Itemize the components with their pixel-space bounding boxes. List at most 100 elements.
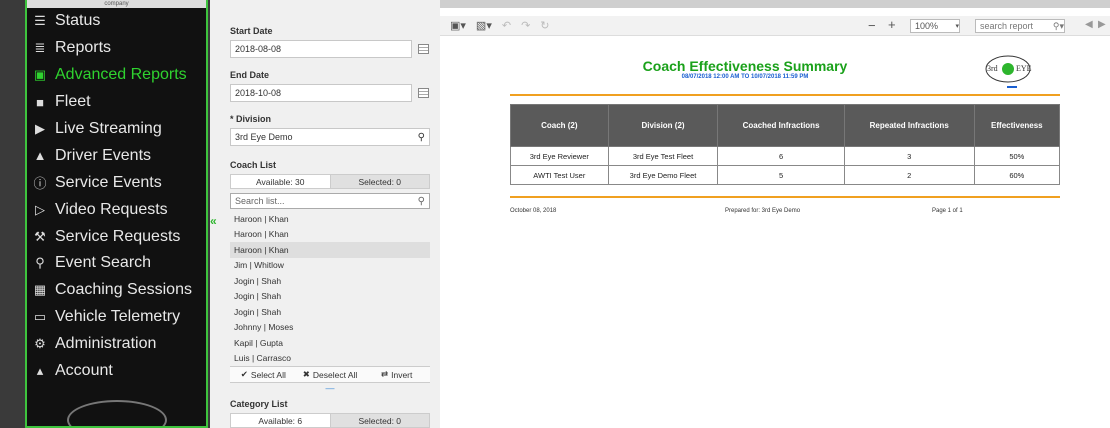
start-date-input[interactable]: 2018-08-08 bbox=[230, 40, 412, 58]
column-header: Repeated Infractions bbox=[843, 104, 975, 147]
zoom-out-icon[interactable]: − bbox=[868, 18, 876, 33]
sidebar-item-reports[interactable]: ≣ Reports bbox=[27, 35, 206, 62]
coach-search-placeholder: Search list... bbox=[235, 196, 285, 206]
coach-list-actions: ✔ Select All ✖ Deselect All ⇄ Invert bbox=[230, 366, 430, 383]
invert-button[interactable]: ⇄ Invert bbox=[363, 367, 430, 382]
tab-category-available[interactable]: Available: 6 bbox=[230, 413, 331, 428]
redo-icon[interactable]: ↷ bbox=[521, 19, 530, 32]
collapse-panel-icon[interactable]: « bbox=[210, 214, 220, 228]
next-page-icon[interactable]: ▶ bbox=[1098, 19, 1106, 30]
table-cell: 6 bbox=[717, 146, 845, 166]
list-item[interactable]: Jogin | Shah bbox=[230, 273, 430, 289]
video-camera-icon: ▶ bbox=[35, 121, 45, 136]
division-value: 3rd Eye Demo bbox=[235, 132, 293, 142]
report-title: Coach Effectiveness Summary bbox=[642, 58, 848, 74]
table-cell: AWTI Test User bbox=[510, 165, 609, 185]
sidebar-item-driver-events[interactable]: ▲ Driver Events bbox=[27, 142, 206, 169]
refresh-icon[interactable]: ↻ bbox=[540, 19, 549, 32]
invert-icon: ⇄ bbox=[380, 369, 389, 379]
monitor-icon: ▭ bbox=[33, 309, 47, 325]
invert-label: Invert bbox=[391, 369, 413, 380]
report-header-strip bbox=[440, 0, 1110, 8]
division-select[interactable]: 3rd Eye Demo ⚲ bbox=[230, 128, 430, 146]
sidebar-item-fleet[interactable]: ■ Fleet bbox=[27, 89, 206, 116]
zoom-value: 100% bbox=[915, 21, 939, 31]
list-item[interactable]: Haroon | Khan bbox=[230, 242, 430, 258]
sidebar-item-video-requests[interactable]: ▷ Video Requests bbox=[27, 196, 206, 223]
calendar-icon[interactable] bbox=[418, 44, 429, 54]
report-subtitle: 08/07/2018 12:00 AM TO 10/07/2018 11:59 … bbox=[681, 74, 809, 80]
sidebar-item-label: Service Events bbox=[55, 173, 162, 191]
gear-icon: ⚙ bbox=[34, 336, 46, 352]
footer-page: Page 1 of 1 bbox=[932, 208, 963, 214]
brand-text: company bbox=[104, 1, 129, 7]
division-label: * Division bbox=[230, 114, 272, 124]
table-body: 3rd Eye Reviewer 3rd Eye Test Fleet 6 3 50% A… bbox=[510, 146, 1061, 185]
tab-category-selected[interactable]: Selected: 0 bbox=[330, 413, 430, 428]
sidebar-item-service-requests[interactable]: ⚒ Service Requests bbox=[27, 223, 206, 250]
coach-list-label: Coach List bbox=[230, 160, 277, 170]
coach-list: Haroon | Khan Haroon | Khan Haroon | Khan J… bbox=[230, 211, 430, 366]
sidebar-item-status[interactable]: ☰ Status bbox=[27, 8, 206, 35]
resize-handle[interactable]: — bbox=[230, 383, 430, 393]
app: company ☰ Status ≣ Reports ▣ Advanced Reports… bbox=[0, 0, 1110, 428]
sidebar-item-event-search[interactable]: ⚲ Event Search bbox=[27, 250, 206, 277]
list-icon: ☰ bbox=[34, 13, 46, 29]
user-icon: ▴ bbox=[36, 363, 44, 379]
deselect-all-button[interactable]: ✖ Deselect All bbox=[297, 367, 364, 382]
list-item[interactable]: Jim | Whitlow bbox=[230, 258, 430, 274]
sidebar-item-coaching-sessions[interactable]: ▦ Coaching Sessions bbox=[27, 277, 206, 304]
table-cell: 3 bbox=[843, 146, 975, 166]
zoom-in-icon[interactable]: + bbox=[888, 17, 896, 32]
table-row: AWTI Test User 3rd Eye Demo Fleet 5 2 60% bbox=[510, 165, 1061, 185]
search-icon: ⚲ bbox=[417, 195, 425, 207]
calendar-icon[interactable] bbox=[418, 88, 429, 98]
sidebar-item-administration[interactable]: ⚙ Administration bbox=[27, 331, 206, 358]
export-icon[interactable]: ▧▾ bbox=[476, 19, 492, 32]
footer-prepared: Prepared for: 3rd Eye Demo bbox=[725, 208, 801, 214]
sidebar-item-label: Status bbox=[55, 12, 101, 30]
search-report-input[interactable]: search report ⚲▾ bbox=[975, 19, 1065, 33]
coach-list-tabs: Available: 30 Selected: 0 bbox=[230, 174, 430, 189]
sidebar-item-label: Advanced Reports bbox=[55, 66, 187, 84]
filter-panel-inner: Start Date 2018-08-08 End Date 2018-10-0… bbox=[230, 8, 430, 428]
table-cell: 5 bbox=[717, 165, 845, 185]
sidebar-item-vehicle-telemetry[interactable]: ▭ Vehicle Telemetry bbox=[27, 304, 206, 331]
sidebar-item-account[interactable]: ▴ Account bbox=[27, 358, 206, 385]
sidebar-item-live-streaming[interactable]: ▶ Live Streaming bbox=[27, 116, 206, 143]
tab-available[interactable]: Available: 30 bbox=[230, 174, 331, 189]
zoom-select[interactable]: 100% ▾ bbox=[910, 19, 960, 33]
company-logo-icon: 3rd EYE bbox=[985, 55, 1032, 88]
start-date-label: Start Date bbox=[230, 26, 273, 36]
sidebar-item-advanced-reports[interactable]: ▣ Advanced Reports bbox=[27, 62, 206, 89]
search-report-placeholder: search report bbox=[980, 21, 1034, 31]
coach-search-input[interactable]: Search list... ⚲ bbox=[230, 193, 430, 209]
save-icon[interactable]: ▣▾ bbox=[450, 19, 466, 32]
list-item[interactable]: Johnny | Moses bbox=[230, 320, 430, 336]
end-date-input[interactable]: 2018-10-08 bbox=[230, 84, 412, 102]
previous-page-icon[interactable]: ◀ bbox=[1085, 19, 1093, 30]
wrench-icon: ⚒ bbox=[34, 228, 46, 244]
table-row: 3rd Eye Reviewer 3rd Eye Test Fleet 6 3 50% bbox=[510, 146, 1061, 166]
tab-selected[interactable]: Selected: 0 bbox=[330, 174, 430, 189]
table-cell: 60% bbox=[973, 165, 1061, 185]
sidebar-item-label: Administration bbox=[55, 335, 157, 353]
svg-text:EYE: EYE bbox=[1016, 64, 1032, 73]
list-item[interactable]: Luis | Carrasco bbox=[230, 351, 430, 367]
search-icon: ⚲ bbox=[417, 132, 425, 143]
sidebar-item-service-events[interactable]: ⓘ Service Events bbox=[27, 169, 206, 196]
info-icon: ⓘ bbox=[33, 176, 47, 192]
list-item[interactable]: Jogin | Shah bbox=[230, 289, 430, 305]
list-item[interactable]: Haroon | Khan bbox=[230, 211, 430, 227]
warning-icon: ▲ bbox=[33, 148, 47, 164]
select-all-button[interactable]: ✔ Select All bbox=[230, 367, 297, 382]
sidebar-item-label: Reports bbox=[55, 39, 112, 57]
table-cell: 3rd Eye Reviewer bbox=[510, 146, 609, 166]
category-list-tabs: Available: 6 Selected: 0 bbox=[230, 413, 430, 428]
undo-icon[interactable]: ↶ bbox=[502, 19, 511, 32]
list-item[interactable]: Haroon | Khan bbox=[230, 227, 430, 243]
deselect-all-label: Deselect All bbox=[312, 369, 358, 380]
list-item[interactable]: Kapil | Gupta bbox=[230, 335, 430, 351]
list-item[interactable]: Jogin | Shah bbox=[230, 304, 430, 320]
end-date-label: End Date bbox=[230, 70, 270, 80]
